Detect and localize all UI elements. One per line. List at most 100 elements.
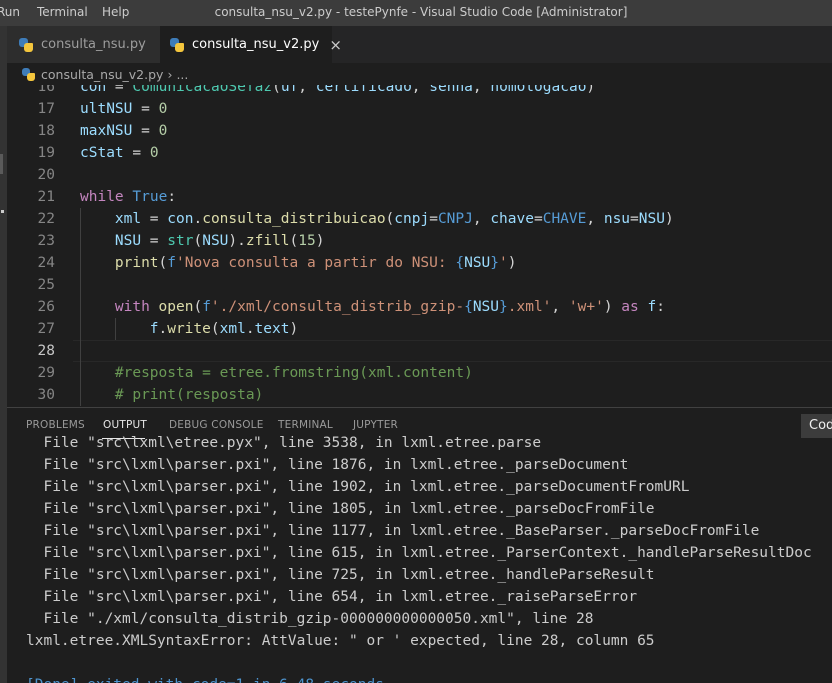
code-token: } <box>490 255 500 271</box>
indent-guide <box>80 318 81 340</box>
code-token: ( <box>289 233 299 249</box>
code-token: ( <box>272 85 281 95</box>
code-line[interactable]: 17 ultNSU = 0 <box>7 98 832 120</box>
code-token: , <box>411 85 430 95</box>
code-token: ( <box>193 299 203 315</box>
code-line[interactable]: 25 <box>7 274 832 296</box>
line-number: 25 <box>37 277 55 293</box>
output-line: File "src\lxml\etree.pyx", line 3538, in… <box>26 435 542 451</box>
code-token: ( <box>193 233 203 249</box>
indent-guide <box>114 318 116 340</box>
tab-consulta-nsu-v2[interactable]: consulta_nsu_v2.py × <box>160 26 342 63</box>
code-token: . <box>245 321 255 337</box>
code-line[interactable]: 20 <box>7 164 832 186</box>
tab-terminal[interactable]: TERMINAL <box>278 419 333 431</box>
code-token: , <box>472 85 491 95</box>
tab-jupyter[interactable]: JUPYTER <box>353 419 398 431</box>
code-token: = <box>141 211 168 227</box>
output-line: File "src\lxml\parser.pxi", line 1902, i… <box>26 479 690 495</box>
close-icon[interactable]: × <box>329 36 342 54</box>
code-token: #resposta = etree.fromstring(xml.content… <box>114 365 473 381</box>
activity-dot <box>1 210 4 213</box>
code-token: 'Nova consulta a partir do NSU: <box>176 255 456 271</box>
code-token: . <box>193 211 203 227</box>
tab-consulta-nsu[interactable]: consulta_nsu.py <box>7 26 160 63</box>
code-line[interactable]: 18 maxNSU = 0 <box>7 120 832 142</box>
code-token: NSU <box>464 255 491 271</box>
tab-label: consulta_nsu_v2.py <box>192 37 320 52</box>
line-code: while True: <box>80 186 176 208</box>
line-code: # print(resposta) <box>115 384 263 406</box>
code-line[interactable]: 24 print(f'Nova consulta a partir do NSU:… <box>7 252 832 274</box>
indent-guide <box>80 208 81 230</box>
breadcrumb-ellipsis[interactable]: ... <box>176 67 188 82</box>
line-code: con = ComunicacaoSefaz(uf, certificado, … <box>80 85 595 98</box>
code-token: , <box>298 85 316 95</box>
line-number: 26 <box>37 299 55 315</box>
code-token: } <box>499 299 508 315</box>
code-line[interactable]: 16 con = ComunicacaoSefaz(uf, certificado… <box>7 85 832 98</box>
tab-label: consulta_nsu.py <box>41 37 146 52</box>
code-token: 15 <box>298 233 316 249</box>
line-code: print(f'Nova consulta a partir do NSU: {… <box>115 252 517 274</box>
line-number: 23 <box>37 233 55 249</box>
line-code: f.write(xml.text) <box>150 318 298 340</box>
code-token: ( <box>158 255 168 271</box>
python-file-icon <box>22 67 35 81</box>
code-token: 'w+' <box>568 299 604 315</box>
code-token: print <box>114 255 159 271</box>
line-number: 17 <box>37 101 55 117</box>
code-editor[interactable]: 16 con = ComunicacaoSefaz(uf, certificado… <box>7 85 832 407</box>
line-number: 30 <box>37 387 55 403</box>
bottom-panel: PROBLEMS OUTPUT DEBUG CONSOLE TERMINAL J… <box>7 407 832 683</box>
code-token: = <box>132 101 159 117</box>
code-token: 0 <box>158 101 168 117</box>
code-token: senha <box>429 85 473 95</box>
code-token: { <box>464 299 473 315</box>
line-code: NSU = str(NSU).zfill(15) <box>115 230 325 252</box>
indent-guide <box>80 384 81 406</box>
activity-active-indicator <box>0 154 3 174</box>
code-line[interactable]: 22 xml = con.consulta_distribuicao(cnpj=C… <box>7 208 832 230</box>
tab-problems[interactable]: PROBLEMS <box>26 419 85 431</box>
tab-output[interactable]: OUTPUT <box>103 419 147 431</box>
code-line[interactable]: 19 cStat = 0 <box>7 142 832 164</box>
code-line[interactable]: 26 with open(f'./xml/consulta_distrib_gzi… <box>7 296 832 318</box>
indent-guide <box>80 274 81 296</box>
output-line: lxml.etree.XMLSyntaxError: AttValue: " o… <box>26 633 655 649</box>
code-token: ) <box>315 233 325 249</box>
code-token: ) <box>289 321 299 337</box>
code-line[interactable]: 21 while True: <box>7 186 832 208</box>
code-token: ). <box>228 233 246 249</box>
code-token: . <box>158 321 168 337</box>
output-line: File "src\lxml\parser.pxi", line 1177, i… <box>26 523 760 539</box>
code-token: ' <box>499 255 508 271</box>
code-line[interactable]: 28 <box>7 340 832 362</box>
code-token: = <box>429 211 438 227</box>
line-code: ultNSU = 0 <box>80 98 167 120</box>
activity-bar[interactable] <box>0 26 7 683</box>
title-bar: Run Terminal Help consulta_nsu_v2.py - t… <box>0 0 832 26</box>
code-token: while <box>80 189 124 205</box>
line-number: 22 <box>37 211 55 227</box>
code-token: : <box>167 189 177 205</box>
code-token: CHAVE <box>542 211 587 227</box>
code-token: NSU <box>114 233 142 249</box>
code-token: 0 <box>149 145 159 161</box>
code-token: ) <box>664 211 674 227</box>
line-number: 18 <box>37 123 55 139</box>
code-token: ultNSU <box>80 101 133 117</box>
code-line[interactable]: 30 # print(resposta) <box>7 384 832 406</box>
code-token: f <box>167 255 176 271</box>
output-line: File "./xml/consulta_distrib_gzip-000000… <box>26 611 594 627</box>
code-token: chave <box>490 211 534 227</box>
code-token: './xml/consulta_distrib_gzip- <box>210 299 465 315</box>
code-token: = <box>141 233 168 249</box>
breadcrumb-file[interactable]: consulta_nsu_v2.py <box>41 67 163 82</box>
code-line[interactable]: 27 f.write(xml.text) <box>7 318 832 340</box>
code-token: 0 <box>158 123 168 139</box>
tab-debug-console[interactable]: DEBUG CONSOLE <box>169 419 264 431</box>
code-line[interactable]: 23 NSU = str(NSU).zfill(15) <box>7 230 832 252</box>
code-token: ( <box>210 321 220 337</box>
code-line[interactable]: 29 #resposta = etree.fromstring(xml.conte… <box>7 362 832 384</box>
